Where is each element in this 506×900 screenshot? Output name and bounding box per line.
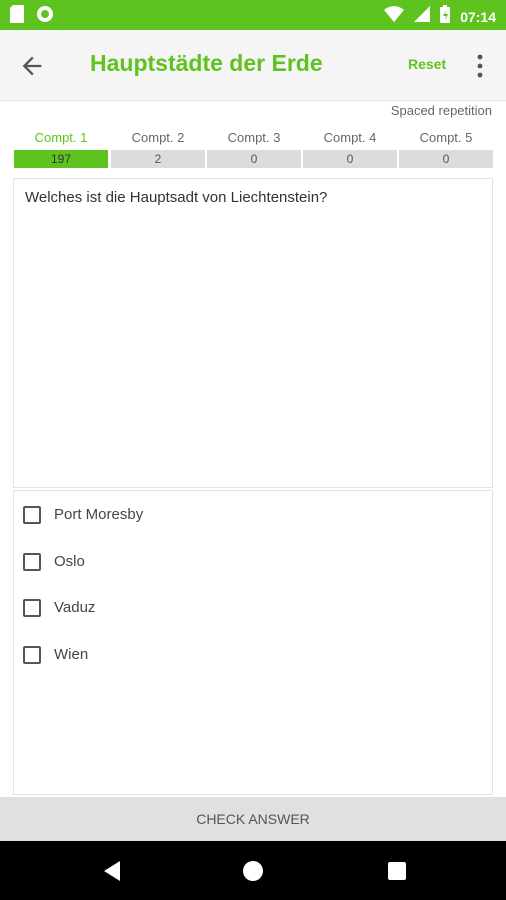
checkbox[interactable] <box>23 646 41 664</box>
compartment-2[interactable]: Compt. 2 2 <box>111 128 205 172</box>
reset-button[interactable]: Reset <box>408 56 446 72</box>
compartment-count: 197 <box>14 150 108 168</box>
clock: 07:14 <box>460 8 496 25</box>
answer-option[interactable]: Port Moresby <box>23 503 323 531</box>
mode-label: Spaced repetition <box>390 103 492 118</box>
more-vert-icon[interactable] <box>472 52 488 80</box>
nav-back-icon[interactable] <box>100 859 124 883</box>
compartment-count: 0 <box>207 150 301 168</box>
compartment-5[interactable]: Compt. 5 0 <box>399 128 493 172</box>
compartment-label: Compt. 4 <box>323 130 377 145</box>
app-bar: Hauptstädte der Erde Reset <box>0 30 506 101</box>
arrow-back-icon[interactable] <box>18 52 46 80</box>
wifi-icon <box>384 5 405 28</box>
sd-card-icon <box>10 5 24 28</box>
compartment-4[interactable]: Compt. 4 0 <box>303 128 397 172</box>
answers-card: Port Moresby Oslo Vaduz Wien <box>13 490 493 795</box>
answer-label: Port Moresby <box>54 506 144 523</box>
compartment-1[interactable]: Compt. 1 197 <box>14 128 108 172</box>
answer-label: Oslo <box>54 553 85 570</box>
battery-icon <box>440 5 451 28</box>
compartment-tabs: Compt. 1 197 Compt. 2 2 Compt. 3 0 Compt… <box>14 128 494 172</box>
answer-label: Wien <box>54 646 89 663</box>
answer-option[interactable]: Oslo <box>23 550 323 578</box>
nav-recents-icon[interactable] <box>385 859 409 883</box>
compartment-count: 0 <box>303 150 397 168</box>
compartment-3[interactable]: Compt. 3 0 <box>207 128 301 172</box>
sync-icon <box>36 5 54 28</box>
compartment-count: 2 <box>111 150 205 168</box>
compartment-label: Compt. 1 <box>34 130 88 145</box>
page-title: Hauptstädte der Erde <box>90 50 323 76</box>
answer-option[interactable]: Vaduz <box>23 596 323 624</box>
check-answer-button[interactable]: CHECK ANSWER <box>0 797 506 841</box>
compartment-label: Compt. 2 <box>131 130 185 145</box>
checkbox[interactable] <box>23 553 41 571</box>
checkbox[interactable] <box>23 506 41 524</box>
answer-label: Vaduz <box>54 599 96 616</box>
status-bar: 07:14 <box>0 0 506 30</box>
question-card: Welches ist die Hauptsadt von Liechtenst… <box>13 178 493 488</box>
checkbox[interactable] <box>23 599 41 617</box>
nav-home-icon[interactable] <box>241 859 265 883</box>
navigation-bar <box>0 841 506 900</box>
compartment-count: 0 <box>399 150 493 168</box>
signal-icon <box>414 5 431 28</box>
compartment-label: Compt. 3 <box>227 130 281 145</box>
question-text: Welches ist die Hauptsadt von Liechtenst… <box>25 189 328 206</box>
answer-option[interactable]: Wien <box>23 643 323 671</box>
compartment-label: Compt. 5 <box>419 130 473 145</box>
